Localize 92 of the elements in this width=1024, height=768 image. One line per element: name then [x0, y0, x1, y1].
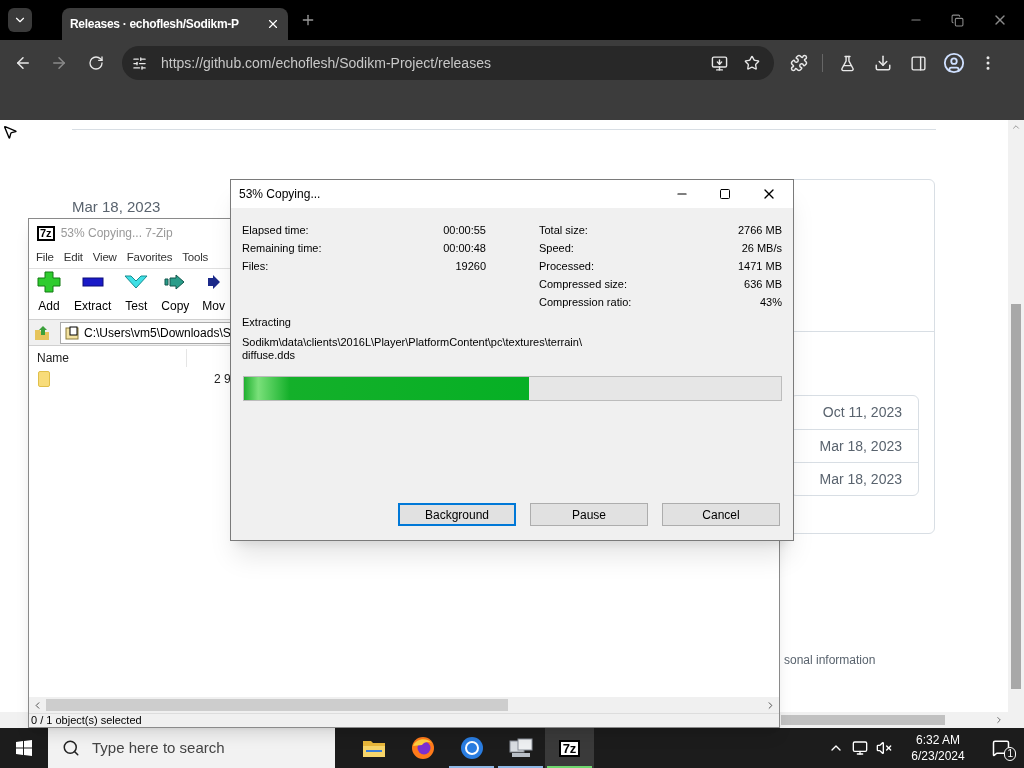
- muted-speaker-icon[interactable]: [876, 740, 892, 756]
- minus-icon: [81, 277, 104, 287]
- notification-button[interactable]: 1: [988, 735, 1014, 761]
- asset-date: Mar 18, 2023: [819, 436, 902, 456]
- stat-value: 00:00:48: [443, 240, 486, 256]
- stat-value: 19260: [455, 258, 486, 274]
- menu-item[interactable]: Favorites: [126, 248, 173, 267]
- extensions-icon[interactable]: [790, 54, 808, 72]
- stat-label: Remaining time:: [242, 240, 322, 256]
- folder-icon: [361, 738, 386, 758]
- menu-item[interactable]: Tools: [182, 248, 209, 267]
- stat-value: 636 MB: [744, 276, 782, 292]
- menu-item[interactable]: View: [92, 248, 117, 267]
- arrow-right-icon: [207, 274, 220, 290]
- stat-value: 00:00:55: [443, 222, 486, 238]
- file-path-text: Sodikm\data\clients\2016L\Player\PlatformContent\pc\textures\terrain\: [242, 335, 582, 349]
- site-info-icon[interactable]: [132, 55, 147, 71]
- stat-label: Compression ratio:: [539, 294, 632, 310]
- status-text: 0 / 1 object(s) selected: [31, 714, 142, 727]
- stat-label: Compressed size:: [539, 276, 628, 292]
- dialog-button[interactable]: Background: [398, 503, 516, 526]
- stat-label: Total size:: [539, 222, 588, 238]
- back-icon[interactable]: [14, 54, 32, 72]
- download-icon[interactable]: [874, 54, 892, 72]
- asset-date: Oct 11, 2023: [822, 403, 902, 422]
- stat-value: 43%: [759, 294, 782, 310]
- toolbar-button[interactable]: Test: [124, 271, 149, 315]
- toolbar-button[interactable]: Mov: [202, 271, 226, 315]
- address-bar[interactable]: https://github.com/echoflesh/Sodikm-Project/releases: [122, 46, 774, 80]
- horizontal-scrollbar[interactable]: [29, 697, 779, 713]
- computers-icon: [507, 737, 534, 759]
- window-title: 53% Copying... 7-Zip: [60, 225, 173, 242]
- close-icon[interactable]: [266, 17, 280, 31]
- menu-item[interactable]: File: [36, 248, 54, 267]
- stat-value: 2766 MB: [737, 222, 782, 238]
- url-text: https://github.com/echoflesh/Sodikm-Project/releases: [161, 53, 491, 73]
- forward-icon[interactable]: [50, 54, 68, 72]
- restore-icon[interactable]: [951, 13, 964, 27]
- toolbar-button[interactable]: Add: [37, 271, 61, 315]
- search-placeholder: Type here to search: [92, 737, 225, 758]
- star-icon[interactable]: [744, 55, 760, 71]
- dialog-title: 53% Copying...: [239, 186, 321, 203]
- stat-label: Speed:: [539, 240, 574, 256]
- stat-label: Processed:: [539, 258, 595, 274]
- clock-date: 6/23/2024: [911, 748, 965, 764]
- dialog-button[interactable]: Pause: [530, 503, 648, 526]
- clock[interactable]: 6:32 AM 6/23/2024: [902, 732, 974, 764]
- scroll-right-icon[interactable]: [994, 715, 1004, 725]
- folder-icon: [38, 371, 50, 387]
- arrow-right-icon: [164, 274, 187, 290]
- stat-value: 1471 MB: [737, 258, 782, 274]
- file-path-text: diffuse.dds: [242, 348, 295, 362]
- browser-logo-icon: [459, 736, 484, 760]
- side-panel-icon[interactable]: [910, 54, 927, 72]
- column-header[interactable]: Name: [37, 348, 187, 367]
- fox-globe-icon: [410, 736, 435, 760]
- stat-value: 26 MB/s: [741, 240, 782, 256]
- operation-label: Extracting: [242, 315, 291, 330]
- install-icon[interactable]: [711, 54, 728, 72]
- search-field[interactable]: Type here to search: [48, 728, 335, 768]
- search-icon: [62, 739, 80, 757]
- table-cell-text: 2 9: [214, 371, 231, 388]
- dialog-button[interactable]: Cancel: [662, 503, 780, 526]
- folder-up-icon[interactable]: [34, 324, 50, 341]
- notification-count: 1: [1004, 747, 1016, 761]
- stat-label: Elapsed time:: [242, 222, 309, 238]
- archive-file-icon: [65, 325, 79, 340]
- windows-logo-icon[interactable]: [16, 740, 32, 756]
- profile-icon[interactable]: [943, 52, 965, 74]
- plus-icon: [37, 271, 61, 293]
- tab-title: Releases · echoflesh/Sodikm-P: [70, 16, 239, 33]
- footer-text: sonal information: [784, 652, 876, 669]
- menu-item[interactable]: Edit: [63, 248, 83, 267]
- new-tab-icon[interactable]: [300, 12, 316, 28]
- app-logo: 7z: [558, 739, 581, 757]
- asset-date: Mar 18, 2023: [819, 469, 902, 489]
- reload-icon[interactable]: [88, 55, 104, 71]
- vertical-scrollbar[interactable]: [1008, 120, 1024, 712]
- taskbar-app[interactable]: 7z: [545, 728, 594, 768]
- release-date: Mar 18, 2023: [72, 197, 161, 217]
- toolbar-button[interactable]: Extract: [74, 271, 112, 315]
- browser-tab[interactable]: Releases · echoflesh/Sodikm-P: [62, 8, 288, 40]
- app-logo: 7z: [37, 225, 55, 241]
- cursor-icon: [2, 124, 18, 140]
- flask-icon[interactable]: [839, 54, 856, 72]
- stat-label: Files:: [242, 258, 269, 274]
- clock-time: 6:32 AM: [916, 732, 960, 748]
- chevron-down-icon: [124, 275, 149, 289]
- tab-search-button[interactable]: [8, 8, 32, 32]
- maximize-icon[interactable]: [719, 188, 731, 200]
- toolbar-button[interactable]: Copy: [161, 271, 190, 315]
- network-icon[interactable]: [852, 740, 868, 756]
